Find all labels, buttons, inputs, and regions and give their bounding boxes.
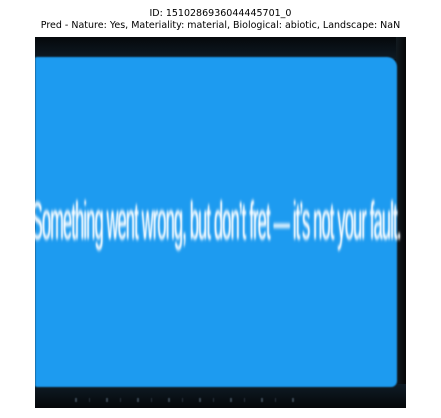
image-id-caption: ID: 1510286936044445701_0 [149, 8, 292, 19]
bottom-noise [75, 398, 305, 402]
dark-bottom-border [35, 384, 406, 408]
error-message: Something went wrong, but don’t fret — i… [35, 191, 401, 251]
dark-top-border [35, 37, 406, 59]
error-message-container: Something went wrong, but don’t fret — i… [35, 57, 401, 387]
prediction-caption: Pred - Nature: Yes, Materiality: materia… [40, 20, 401, 31]
screenshot-frame: Something went wrong, but don’t fret — i… [35, 37, 406, 408]
